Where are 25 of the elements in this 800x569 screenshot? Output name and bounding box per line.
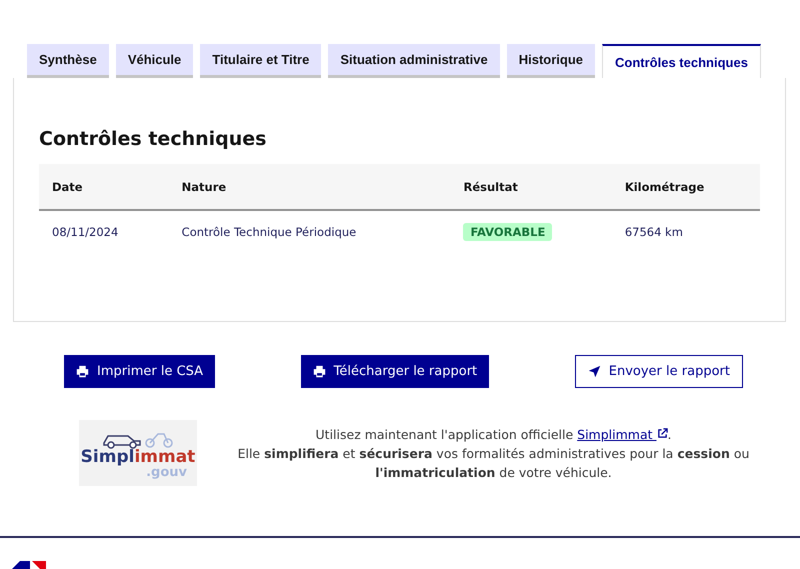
tab[interactable]: Véhicule xyxy=(116,44,194,78)
send-icon xyxy=(588,365,601,378)
column-header: Date xyxy=(39,164,169,210)
print-button[interactable]: Télécharger le rapport xyxy=(300,355,490,388)
column-header: Résultat xyxy=(450,164,612,210)
tab[interactable]: Synthèse xyxy=(27,44,109,78)
table-cell: Contrôle Technique Périodique xyxy=(168,210,450,253)
app-logo: Simplimmat .gouv xyxy=(79,420,197,486)
tab[interactable]: Contrôles techniques xyxy=(602,44,761,78)
promo-text: Utilisez maintenant l'application officielle Simplimmat . Elle simplifiera et sécurisera vos formalités administratives pour la cession ou l'immatriculation de votre véhicule. xyxy=(236,426,750,482)
column-header: Kilométrage xyxy=(612,164,760,210)
printer-icon xyxy=(76,365,89,378)
tab[interactable]: Titulaire et Titre xyxy=(200,44,322,78)
result-badge: FAVORABLE xyxy=(463,223,552,241)
tab[interactable]: Situation administrative xyxy=(328,44,500,78)
external-link-icon xyxy=(656,428,668,438)
table-cell: 08/11/2024 xyxy=(39,210,169,253)
send-button[interactable]: Envoyer le rapport xyxy=(574,355,743,388)
column-header: Nature xyxy=(168,164,450,210)
section-title: Contrôles techniques xyxy=(39,127,268,152)
app-link[interactable]: Simplimmat xyxy=(577,426,668,442)
table-cell: 67564 km xyxy=(612,210,760,253)
tab[interactable]: Historique xyxy=(506,44,596,78)
print-button[interactable]: Imprimer le CSA xyxy=(64,355,216,388)
printer-icon xyxy=(312,365,326,378)
